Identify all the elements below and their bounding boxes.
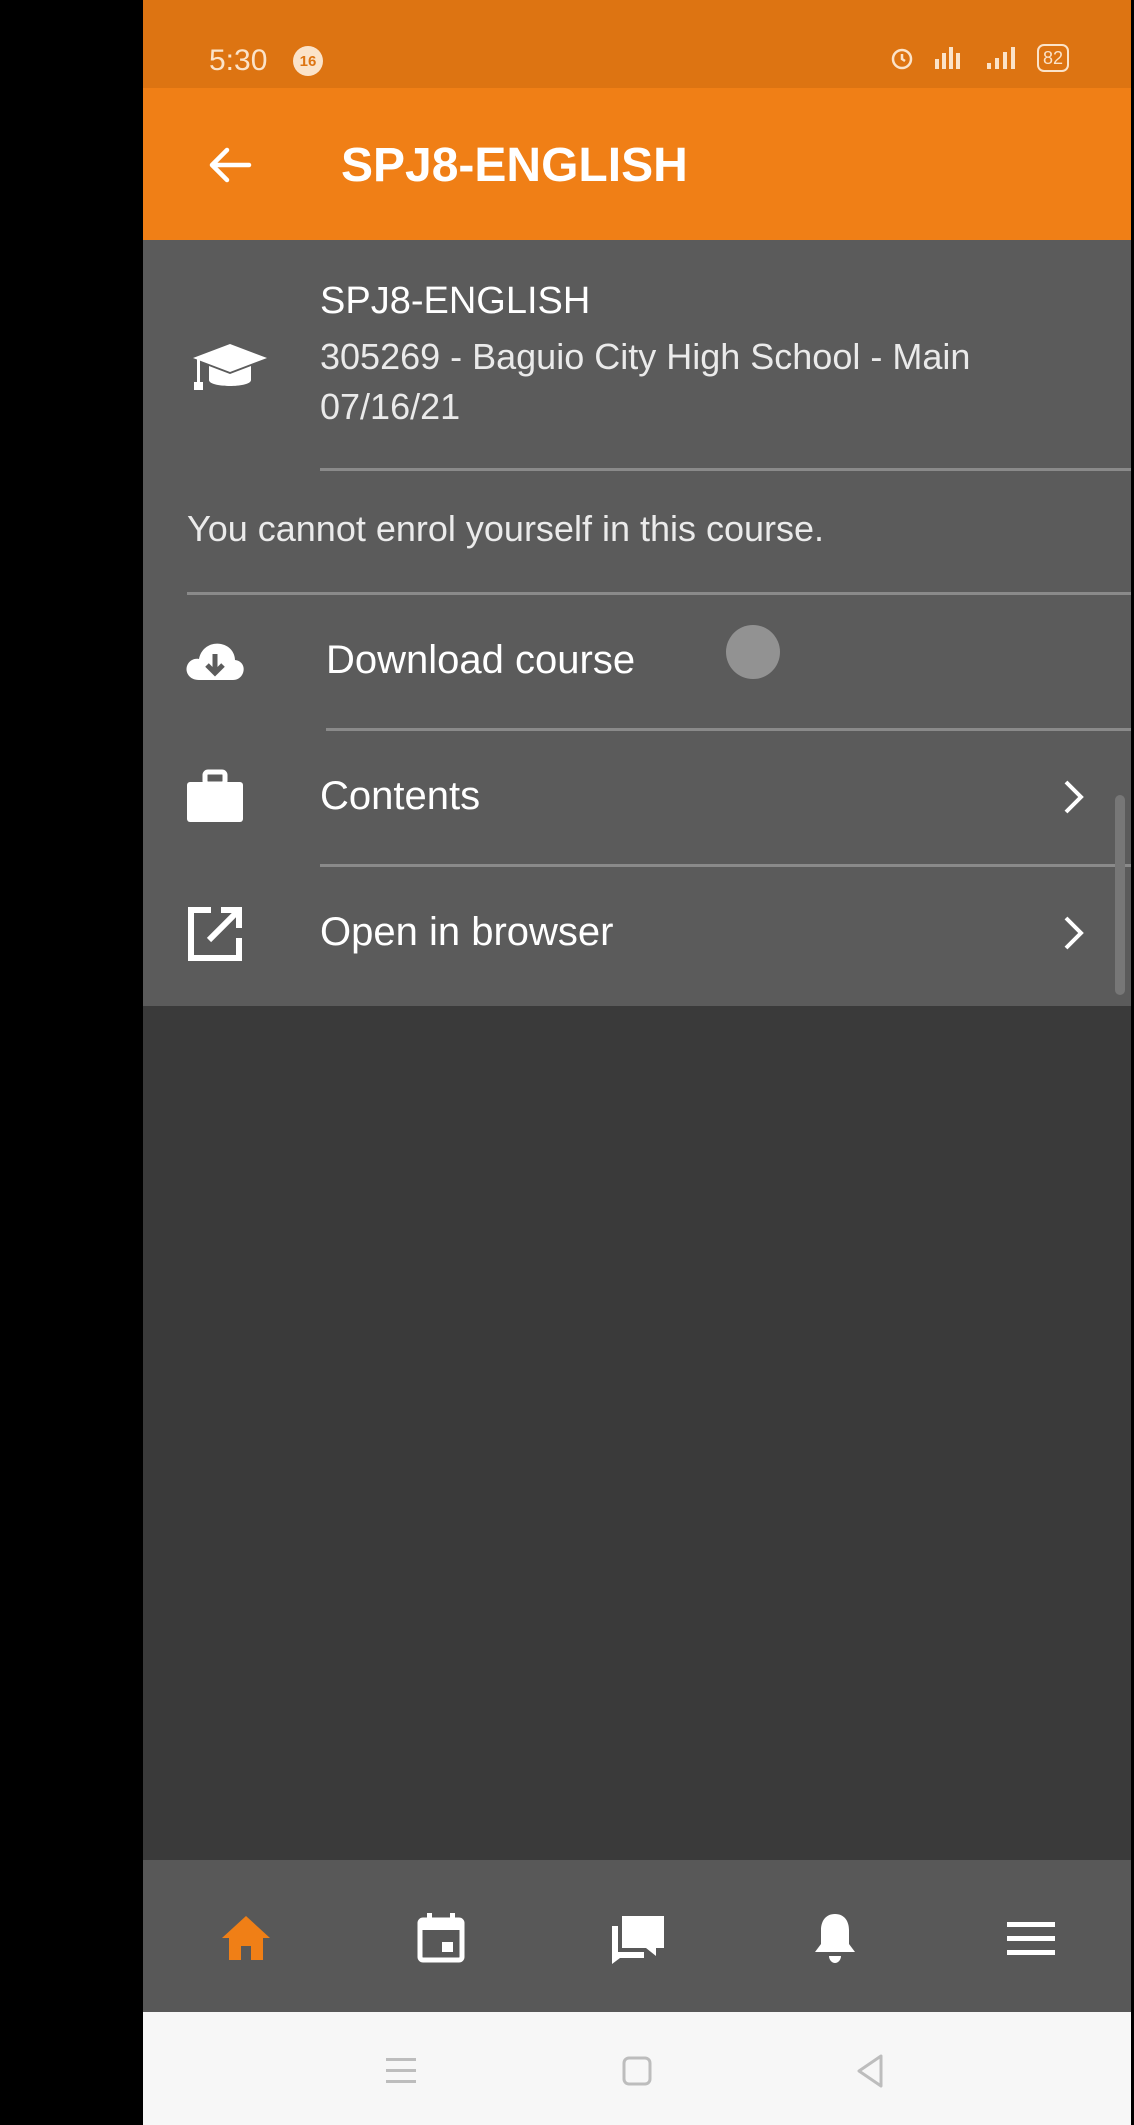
bottom-navigation <box>143 1860 1131 2012</box>
course-panel: SPJ8-ENGLISH 305269 - Baguio City High S… <box>143 240 1131 1006</box>
phone-screen: 5:30 16 82 SPJ8-ENGLISH SPJ8-ENGLISH 305… <box>143 0 1131 2125</box>
download-course-row[interactable]: Download course <box>143 594 1131 728</box>
back-arrow-icon[interactable] <box>203 138 257 192</box>
briefcase-icon <box>187 769 243 822</box>
download-course-label: Download course <box>326 638 636 682</box>
home-icon[interactable] <box>216 1908 276 1968</box>
chevron-right-icon <box>1064 916 1084 950</box>
scrollbar[interactable] <box>1115 795 1125 995</box>
status-time: 5:30 <box>209 44 268 77</box>
enrol-notice: You cannot enrol yourself in this course… <box>187 508 825 549</box>
status-icons: 82 <box>889 44 1069 72</box>
graduation-cap-icon <box>193 344 267 390</box>
recent-apps-icon[interactable] <box>378 2048 424 2094</box>
course-date: 07/16/21 <box>320 386 461 427</box>
calendar-icon[interactable] <box>411 1908 471 1968</box>
open-in-browser-label: Open in browser <box>320 910 614 954</box>
wifi-signal-icon <box>934 47 960 69</box>
home-button-icon[interactable] <box>614 2048 660 2094</box>
messages-icon[interactable] <box>608 1908 668 1968</box>
alarm-icon <box>891 48 913 70</box>
course-header: SPJ8-ENGLISH 305269 - Baguio City High S… <box>143 240 1131 470</box>
notification-badge: 16 <box>293 46 323 76</box>
course-school: 305269 - Baguio City High School - Main <box>320 336 971 377</box>
cell-signal-icon <box>986 47 1015 69</box>
course-name: SPJ8-ENGLISH <box>320 280 591 322</box>
touch-ripple <box>726 625 780 679</box>
bell-icon[interactable] <box>805 1908 865 1968</box>
divider <box>320 468 1131 471</box>
contents-label: Contents <box>320 774 481 818</box>
back-button-icon[interactable] <box>847 2048 893 2094</box>
cloud-download-icon <box>186 643 244 680</box>
page-title: SPJ8-ENGLISH <box>341 139 688 192</box>
system-navigation-bar <box>143 2012 1131 2125</box>
chevron-right-icon <box>1064 780 1084 814</box>
menu-icon[interactable] <box>1001 1908 1061 1968</box>
open-in-browser-row[interactable]: Open in browser <box>143 866 1131 1000</box>
battery-indicator: 82 <box>1036 44 1069 72</box>
status-bar: 5:30 16 82 <box>143 0 1131 88</box>
app-bar: SPJ8-ENGLISH <box>143 88 1131 240</box>
open-external-icon <box>188 907 242 961</box>
contents-row[interactable]: Contents <box>143 730 1131 864</box>
